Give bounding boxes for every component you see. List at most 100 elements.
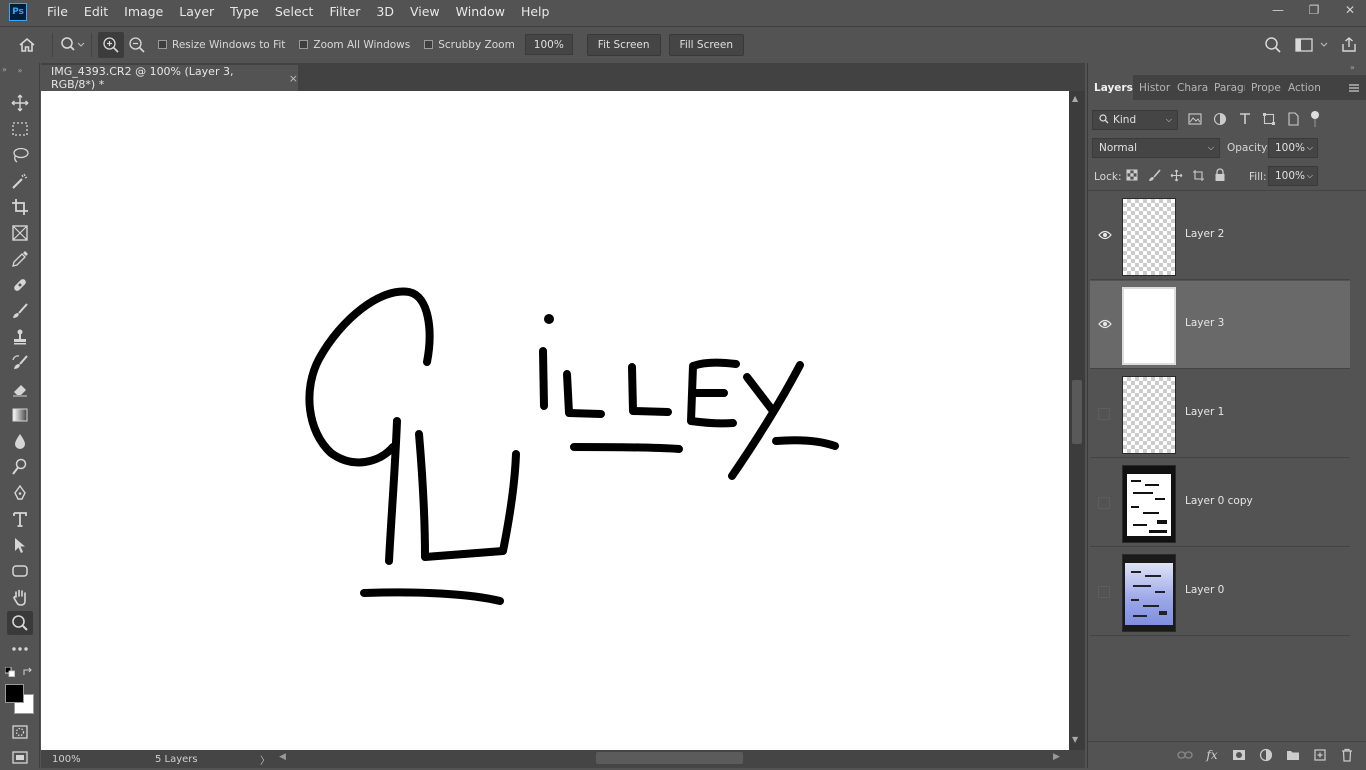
link-layers-icon[interactable] bbox=[1176, 746, 1194, 764]
scroll-right-icon[interactable]: ▶ bbox=[1053, 752, 1060, 762]
marquee-tool-icon[interactable] bbox=[7, 117, 33, 141]
panel-collapse-right-icon[interactable]: » bbox=[1350, 63, 1355, 72]
status-menu-arrow-icon[interactable]: 〉 bbox=[260, 752, 270, 767]
layer-name[interactable]: Layer 2 bbox=[1185, 228, 1224, 240]
gradient-tool-icon[interactable] bbox=[7, 403, 33, 427]
tab-paragraph[interactable]: Paragr bbox=[1208, 75, 1245, 100]
document-canvas[interactable] bbox=[41, 91, 1069, 750]
search-icon[interactable] bbox=[1260, 32, 1286, 58]
lock-pixels-icon[interactable] bbox=[1148, 169, 1161, 185]
menu-file[interactable]: File bbox=[39, 0, 76, 24]
zoom-tool-icon[interactable] bbox=[7, 611, 33, 635]
scrubby-zoom-checkbox[interactable]: Scrubby Zoom bbox=[424, 39, 515, 51]
blur-tool-icon[interactable] bbox=[7, 429, 33, 453]
share-icon[interactable] bbox=[1336, 32, 1362, 58]
magic-wand-tool-icon[interactable] bbox=[7, 169, 33, 193]
menu-3d[interactable]: 3D bbox=[368, 0, 402, 24]
zoom-all-windows-checkbox[interactable]: Zoom All Windows bbox=[299, 39, 410, 51]
panel-collapse-left-icon[interactable]: » bbox=[2, 65, 7, 74]
document-tab[interactable]: IMG_4393.CR2 @ 100% (Layer 3, RGB/8*) * … bbox=[41, 65, 298, 91]
layer-row-layer-0-copy[interactable]: Layer 0 copy bbox=[1090, 459, 1350, 547]
zoom-out-icon[interactable] bbox=[124, 32, 150, 58]
new-group-icon[interactable] bbox=[1284, 746, 1302, 764]
visibility-toggle-off[interactable] bbox=[1098, 408, 1110, 420]
close-window-button[interactable]: ✕ bbox=[1334, 0, 1366, 20]
lock-position-icon[interactable] bbox=[1170, 169, 1183, 185]
filter-smart-object-icon[interactable] bbox=[1286, 112, 1300, 129]
blend-mode-select[interactable]: Normal ⌵ bbox=[1092, 138, 1220, 158]
visibility-toggle-off[interactable] bbox=[1098, 586, 1110, 598]
scroll-left-icon[interactable]: ◀ bbox=[279, 752, 286, 762]
zoom-percent-field[interactable]: 100% bbox=[524, 34, 573, 55]
minimize-button[interactable]: — bbox=[1262, 0, 1294, 20]
layer-row-layer-0[interactable]: Layer 0 bbox=[1090, 548, 1350, 636]
fill-screen-button[interactable]: Fill Screen bbox=[668, 33, 745, 56]
path-selection-tool-icon[interactable] bbox=[7, 533, 33, 557]
healing-brush-tool-icon[interactable] bbox=[7, 273, 33, 297]
history-brush-tool-icon[interactable] bbox=[7, 351, 33, 375]
layer-name[interactable]: Layer 3 bbox=[1185, 317, 1224, 329]
tab-history[interactable]: Histor bbox=[1133, 75, 1171, 100]
move-tool-icon[interactable] bbox=[7, 91, 33, 115]
menu-type[interactable]: Type bbox=[222, 0, 267, 24]
brush-tool-icon[interactable] bbox=[7, 299, 33, 323]
layer-row-layer-2[interactable]: Layer 2 bbox=[1090, 192, 1350, 280]
frame-tool-icon[interactable] bbox=[7, 221, 33, 245]
rectangle-tool-icon[interactable] bbox=[7, 559, 33, 583]
visibility-toggle-off[interactable] bbox=[1098, 497, 1110, 509]
adjustment-layer-icon[interactable] bbox=[1257, 746, 1275, 764]
lock-artboard-icon[interactable] bbox=[1192, 169, 1205, 185]
panel-menu-icon[interactable] bbox=[1342, 75, 1366, 100]
menu-help[interactable]: Help bbox=[513, 0, 558, 24]
scroll-up-icon[interactable]: ▲ bbox=[1072, 94, 1078, 103]
visibility-eye-icon[interactable] bbox=[1098, 317, 1112, 331]
layer-filter-select[interactable]: Kind ⌵ bbox=[1092, 110, 1178, 130]
layer-row-layer-3[interactable]: Layer 3 bbox=[1090, 281, 1350, 369]
menu-layer[interactable]: Layer bbox=[171, 0, 222, 24]
lock-transparent-icon[interactable] bbox=[1126, 169, 1138, 184]
add-mask-icon[interactable] bbox=[1230, 746, 1248, 764]
home-icon[interactable] bbox=[14, 32, 40, 58]
menu-edit[interactable]: Edit bbox=[76, 0, 116, 24]
filter-toggle-icon[interactable] bbox=[1310, 110, 1320, 131]
visibility-eye-icon[interactable] bbox=[1098, 228, 1112, 242]
collapse-toolbar-icon[interactable]: » bbox=[7, 65, 33, 75]
quick-mask-icon[interactable] bbox=[7, 720, 33, 744]
more-tools-icon[interactable] bbox=[7, 637, 33, 661]
restore-button[interactable]: ❐ bbox=[1298, 0, 1330, 20]
tab-layers[interactable]: Layers bbox=[1088, 75, 1133, 100]
horizontal-scroll-thumb[interactable] bbox=[596, 752, 743, 764]
crop-tool-icon[interactable] bbox=[7, 195, 33, 219]
filter-pixel-icon[interactable] bbox=[1188, 113, 1202, 128]
scroll-down-icon[interactable]: ▼ bbox=[1072, 735, 1078, 744]
menu-image[interactable]: Image bbox=[116, 0, 171, 24]
filter-type-icon[interactable] bbox=[1238, 112, 1252, 129]
filter-shape-icon[interactable] bbox=[1262, 112, 1276, 129]
screen-mode-icon[interactable] bbox=[7, 746, 33, 770]
swap-colors-icon[interactable] bbox=[22, 667, 34, 677]
layer-name[interactable]: Layer 1 bbox=[1185, 406, 1224, 418]
menu-window[interactable]: Window bbox=[448, 0, 513, 24]
filter-adjustment-icon[interactable] bbox=[1213, 112, 1227, 129]
workspace-icon[interactable] bbox=[1292, 32, 1332, 58]
default-colors-icon[interactable] bbox=[4, 666, 15, 677]
lasso-tool-icon[interactable] bbox=[7, 143, 33, 167]
menu-select[interactable]: Select bbox=[267, 0, 322, 24]
menu-view[interactable]: View bbox=[402, 0, 448, 24]
tab-actions[interactable]: Action bbox=[1282, 75, 1322, 100]
clone-stamp-tool-icon[interactable] bbox=[7, 325, 33, 349]
lock-all-icon[interactable] bbox=[1214, 168, 1226, 185]
fx-icon[interactable]: fx bbox=[1203, 746, 1221, 764]
layer-row-layer-1[interactable]: Layer 1 bbox=[1090, 370, 1350, 458]
tab-character[interactable]: Chara bbox=[1171, 75, 1208, 100]
zoom-preset-icon[interactable] bbox=[59, 32, 85, 58]
eraser-tool-icon[interactable] bbox=[7, 377, 33, 401]
fit-screen-button[interactable]: Fit Screen bbox=[586, 33, 661, 56]
layer-name[interactable]: Layer 0 bbox=[1185, 584, 1224, 596]
new-layer-icon[interactable] bbox=[1311, 746, 1329, 764]
type-tool-icon[interactable] bbox=[7, 507, 33, 531]
vertical-scroll-thumb[interactable] bbox=[1072, 380, 1082, 444]
close-document-icon[interactable]: × bbox=[289, 72, 298, 85]
menu-filter[interactable]: Filter bbox=[321, 0, 368, 24]
zoom-in-icon[interactable] bbox=[98, 31, 124, 58]
